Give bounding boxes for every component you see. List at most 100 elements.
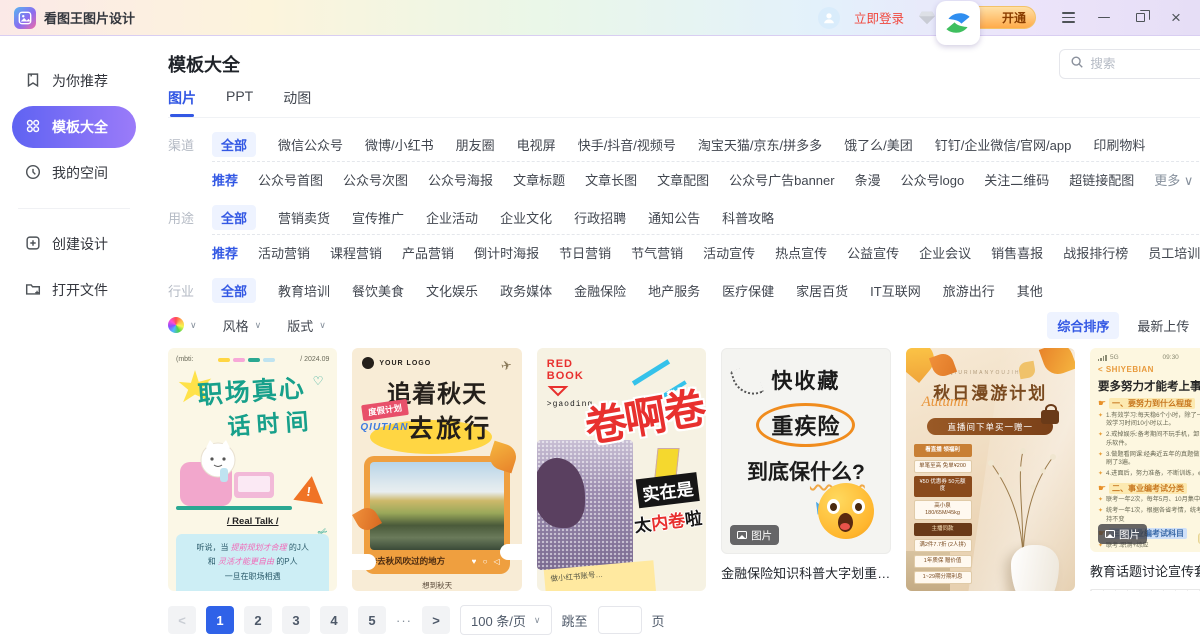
filter-option[interactable]: 饿了么/美团	[844, 135, 913, 154]
tab[interactable]: PPT	[226, 88, 253, 117]
filter-sub-option[interactable]: 企业会议	[919, 243, 971, 262]
layout-filter[interactable]: 版式 ∨	[287, 316, 326, 335]
sidebar-item-myspace[interactable]: 我的空间	[12, 152, 136, 194]
template-card-mbti[interactable]: (mbti:/ 2024.09 职场真心话时间 ♡	[168, 348, 337, 591]
next-page-button[interactable]: >	[422, 606, 450, 634]
filter-sub-option[interactable]: 推荐	[212, 170, 238, 189]
tab[interactable]: 图片	[168, 88, 196, 117]
filter-sub-option[interactable]: 倒计时海报	[474, 243, 539, 262]
minimize-button[interactable]	[1096, 10, 1112, 26]
filter-option[interactable]: 电视屏	[517, 135, 556, 154]
color-filter[interactable]: ∨	[168, 317, 197, 333]
filter-sub-option[interactable]: 公众号logo	[901, 170, 965, 189]
filter-sub-option[interactable]: 关注二维码	[984, 170, 1049, 189]
filter-option[interactable]: 教育培训	[278, 281, 330, 300]
filter-option[interactable]: 科普攻略	[722, 208, 774, 227]
filter-sub-option[interactable]: 战报排行榜	[1063, 243, 1128, 262]
filter-sub-option[interactable]: 活动营销	[258, 243, 310, 262]
avatar[interactable]	[818, 7, 840, 29]
filter-option[interactable]: 淘宝天猫/京东/拼多多	[698, 135, 822, 154]
template-title[interactable]: 教育话题讨论宣传套装备忘录...	[1090, 561, 1200, 580]
page-button[interactable]: 4	[320, 606, 348, 634]
jump-page-input[interactable]	[598, 606, 642, 634]
filter-sub-option[interactable]: 员工培训	[1148, 243, 1200, 262]
filter-sub-option[interactable]: 销售喜报	[991, 243, 1043, 262]
filter-option[interactable]: 家居百货	[796, 281, 848, 300]
filter-option[interactable]: 通知公告	[648, 208, 700, 227]
filter-option[interactable]: 政务媒体	[500, 281, 552, 300]
search-input[interactable]	[1090, 57, 1200, 71]
filter-option[interactable]: 旅游出行	[943, 281, 995, 300]
filter-sub-option[interactable]: 文章配图	[657, 170, 709, 189]
sidebar-item-recommend[interactable]: 为你推荐	[12, 60, 136, 102]
cat-illustration	[174, 432, 294, 518]
close-button[interactable]: ×	[1168, 10, 1184, 26]
sidebar-item-templates[interactable]: 模板大全	[12, 106, 136, 148]
filter-option[interactable]: 行政招聘	[574, 208, 626, 227]
template-card-autumn-live[interactable]: QIURIMANYOUJIHUA 秋日漫游计划 Autumn 直播间下单买一赠一…	[906, 348, 1075, 591]
filter-option[interactable]: 钉钉/企业微信/官网/app	[935, 135, 1072, 154]
page-button[interactable]: 5	[358, 606, 386, 634]
page-button[interactable]: 2	[244, 606, 272, 634]
pages-ellipsis[interactable]: ···	[396, 613, 412, 628]
sidebar-item-openfile[interactable]: 打开文件	[12, 269, 136, 311]
filter-option[interactable]: 全部	[212, 132, 256, 157]
filter-option[interactable]: 全部	[212, 205, 256, 230]
filter-option[interactable]: 地产服务	[648, 281, 700, 300]
filter-sub-option[interactable]: 公众号次图	[343, 170, 408, 189]
maximize-button[interactable]	[1132, 10, 1148, 26]
filter-option[interactable]: 金融保险	[574, 281, 626, 300]
style-filter[interactable]: 风格 ∨	[223, 316, 262, 335]
template-card-insurance[interactable]: 快收藏 重疾险 到底保什么? 图片	[721, 348, 890, 554]
next-card-peek[interactable]	[1090, 589, 1200, 591]
filter-sub-option[interactable]: 产品营销	[402, 243, 454, 262]
filter-option[interactable]: 宣传推广	[352, 208, 404, 227]
filter-sub-option[interactable]: 热点宣传	[775, 243, 827, 262]
page-button[interactable]: 3	[282, 606, 310, 634]
filter-sub-option[interactable]: 推荐	[212, 243, 238, 262]
template-title[interactable]: 金融保险知识科普大字划重点...	[721, 563, 890, 582]
vip-diamond-icon[interactable]	[918, 10, 936, 26]
sort-option[interactable]: 最新上传	[1137, 316, 1189, 335]
sidebar-item-create[interactable]: 创建设计	[12, 223, 136, 265]
prev-page-button[interactable]: <	[168, 606, 196, 634]
menu-button[interactable]	[1060, 10, 1076, 26]
search-box[interactable]	[1059, 49, 1200, 79]
floating-app-icon[interactable]	[936, 1, 980, 45]
filter-option[interactable]: 文化娱乐	[426, 281, 478, 300]
filter-option[interactable]: 营销卖货	[278, 208, 330, 227]
filter-sub-option[interactable]: 超链接配图	[1069, 170, 1134, 189]
filter-sub-option[interactable]: 条漫	[855, 170, 881, 189]
template-card-autumn-travel[interactable]: YOUR LOGO ✈ 追着秋天去旅行 度假计划 QIUTIAN #去秋风吹过的…	[352, 348, 521, 591]
filter-option[interactable]: 微博/小红书	[365, 135, 434, 154]
filter-sub-option[interactable]: 更多 ∨	[1154, 170, 1193, 189]
page-size-select[interactable]: 100 条/页 ∨	[460, 605, 552, 635]
filter-option[interactable]: 微信公众号	[278, 135, 343, 154]
filter-option[interactable]: 快手/抖音/视频号	[578, 135, 676, 154]
filter-sub-option[interactable]: 节气营销	[631, 243, 683, 262]
filter-sub-option[interactable]: 公益宣传	[847, 243, 899, 262]
filter-sub-option[interactable]: 公众号海报	[428, 170, 493, 189]
filter-option[interactable]: 印刷物料	[1093, 135, 1145, 154]
filter-sub-option[interactable]: 文章长图	[585, 170, 637, 189]
filter-option[interactable]: 朋友圈	[456, 135, 495, 154]
login-link[interactable]: 立即登录	[854, 8, 904, 27]
tab[interactable]: 动图	[283, 88, 311, 117]
filter-option[interactable]: 全部	[212, 278, 256, 303]
filter-option[interactable]: 企业活动	[426, 208, 478, 227]
template-card-neijuan[interactable]: REDBOOK >gaoding 卷啊卷 实在是 太内卷啦 做小红书账号…	[537, 348, 706, 591]
filter-option[interactable]: 其他	[1017, 281, 1043, 300]
template-card-career-exam[interactable]: 5G 09:30 100% < SHIYEBIAN☺ 要多努力才能考上事业编 ★…	[1090, 348, 1200, 552]
filter-option[interactable]: 企业文化	[500, 208, 552, 227]
sort-option[interactable]: 综合排序	[1047, 312, 1119, 339]
filter-sub-option[interactable]: 节日营销	[559, 243, 611, 262]
filter-option[interactable]: 餐饮美食	[352, 281, 404, 300]
filter-sub-option[interactable]: 公众号首图	[258, 170, 323, 189]
page-button[interactable]: 1	[206, 606, 234, 634]
filter-sub-option[interactable]: 公众号广告banner	[729, 170, 834, 189]
filter-sub-option[interactable]: 文章标题	[513, 170, 565, 189]
filter-option[interactable]: 医疗保健	[722, 281, 774, 300]
filter-option[interactable]: IT互联网	[870, 281, 921, 300]
filter-sub-option[interactable]: 活动宣传	[703, 243, 755, 262]
filter-sub-option[interactable]: 课程营销	[330, 243, 382, 262]
